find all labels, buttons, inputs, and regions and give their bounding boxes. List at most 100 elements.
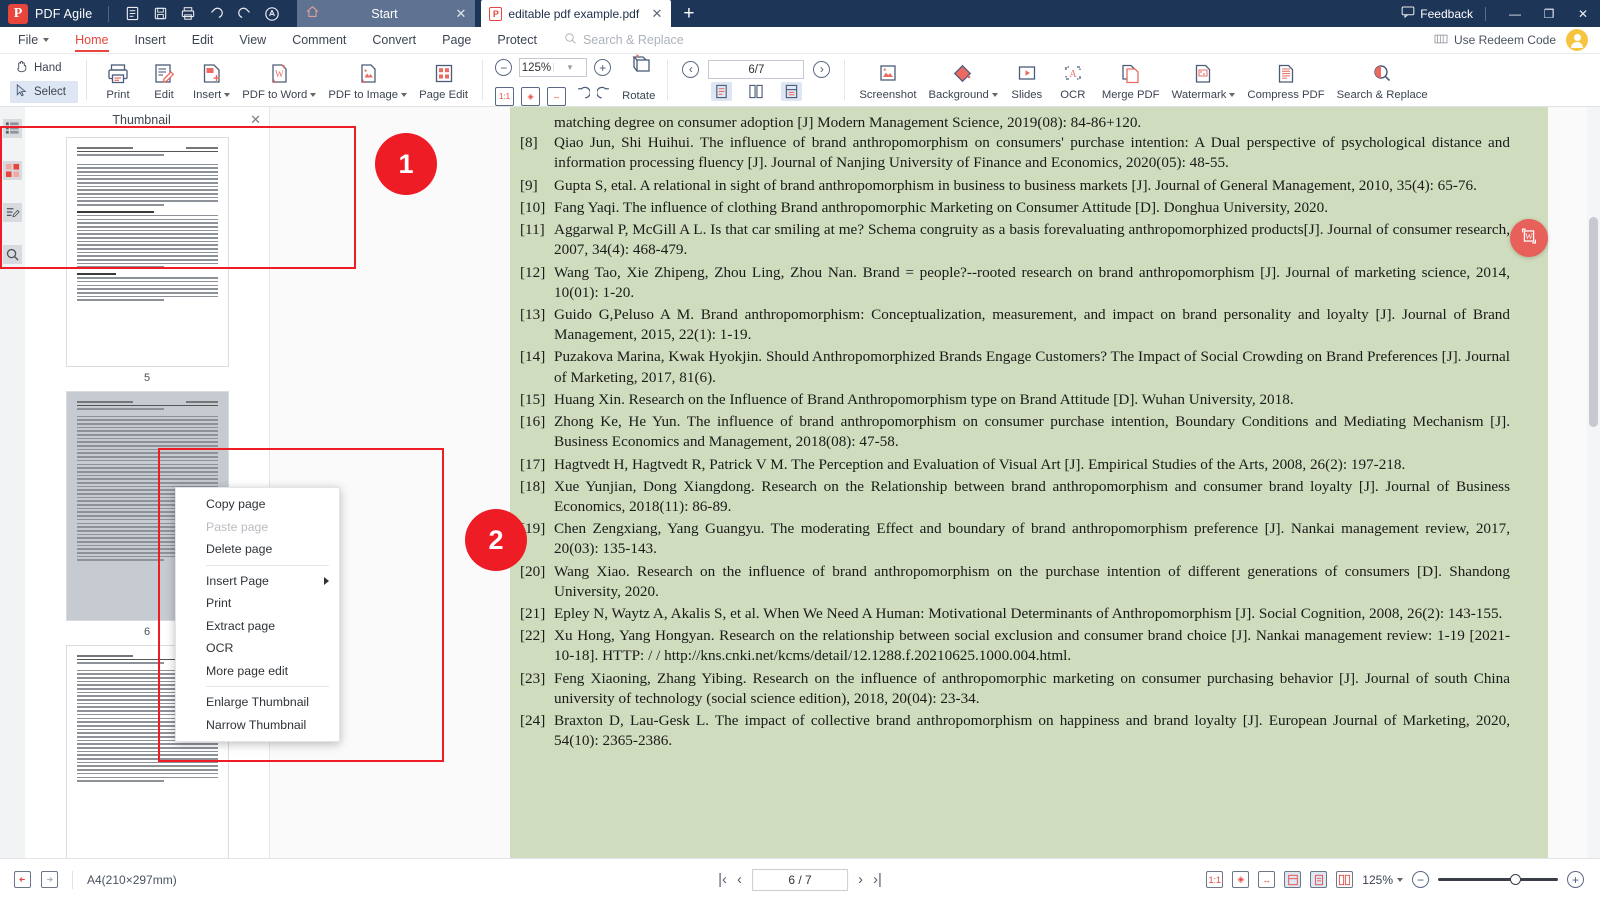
avatar[interactable]	[1566, 29, 1588, 51]
pdf-page-content[interactable]: matching degree on consumer adoption [J]…	[510, 107, 1548, 858]
tab-start-close-icon[interactable]: ✕	[455, 6, 466, 22]
context-menu-item-delete-page[interactable]: Delete page	[176, 538, 339, 561]
screenshot-button[interactable]: Screenshot	[853, 55, 922, 105]
next-page-button[interactable]: ›	[813, 60, 831, 78]
maximize-button[interactable]: ❐	[1532, 0, 1566, 27]
context-menu-item-enlarge-thumbnail[interactable]: Enlarge Thumbnail	[176, 691, 339, 714]
zoom-level-select[interactable]: 125% ▼	[519, 58, 588, 77]
rail-search-icon[interactable]	[0, 233, 25, 275]
menu-item-file[interactable]: File	[0, 27, 62, 54]
ocr-button[interactable]: A OCR	[1050, 55, 1096, 105]
select-tool-button[interactable]: Select	[10, 81, 78, 103]
merge-pdf-button[interactable]: Merge PDF	[1096, 55, 1166, 105]
zoom-in-button[interactable]: +	[594, 59, 612, 76]
pdf-to-image-button[interactable]: PDF to Image	[322, 55, 413, 105]
menu-item-insert[interactable]: Insert	[122, 27, 179, 54]
menu-item-protect[interactable]: Protect	[484, 27, 550, 54]
minimize-button[interactable]: —	[1498, 0, 1532, 27]
chevron-down-icon[interactable]	[1229, 92, 1236, 97]
context-menu-item-narrow-thumbnail[interactable]: Narrow Thumbnail	[176, 714, 339, 737]
pdf-to-word-float-button[interactable]: W	[1510, 219, 1548, 257]
feedback-button[interactable]: Feedback	[1401, 6, 1473, 21]
previous-page-button[interactable]: ‹	[682, 60, 700, 78]
menu-item-page[interactable]: Page	[429, 27, 484, 54]
search-replace-field[interactable]: Search & Replace	[564, 32, 684, 48]
slides-button[interactable]: Slides	[1004, 55, 1050, 105]
insert-button[interactable]: Insert	[187, 55, 236, 105]
tab-document-close-icon[interactable]: ✕	[651, 6, 662, 22]
hand-tool-button[interactable]: Hand	[10, 57, 78, 79]
continuous-scroll-icon[interactable]	[780, 81, 802, 101]
chevron-down-icon[interactable]: ▼	[552, 63, 587, 72]
context-menu-item-copy-page[interactable]: Copy page	[176, 493, 339, 516]
document-vertical-scrollbar[interactable]	[1587, 107, 1600, 858]
thumbnail-item[interactable]: 5	[25, 137, 269, 387]
page-edit-button[interactable]: Page Edit	[413, 55, 474, 105]
chevron-down-icon[interactable]	[401, 92, 408, 97]
menu-item-edit[interactable]: Edit	[179, 27, 227, 54]
thumbnail-page-preview[interactable]	[65, 137, 229, 367]
actual-size-icon[interactable]: 1:1	[1206, 871, 1224, 888]
rotate-right-icon[interactable]	[596, 85, 614, 107]
save-icon[interactable]	[147, 3, 173, 25]
edit-button[interactable]: Edit	[141, 55, 187, 105]
page-number-input[interactable]: 6/7	[708, 59, 805, 79]
fit-width-icon[interactable]: ↔	[547, 86, 567, 106]
next-page-icon[interactable]	[41, 871, 58, 888]
open-file-icon[interactable]	[119, 3, 145, 25]
context-menu-item-insert-page[interactable]: Insert Page	[176, 570, 339, 593]
single-page-icon[interactable]	[710, 81, 732, 101]
close-window-button[interactable]: ✕	[1566, 0, 1600, 27]
chevron-down-icon[interactable]	[991, 92, 998, 97]
use-redeem-code-button[interactable]: Use Redeem Code	[1434, 33, 1556, 48]
rotate-left-icon[interactable]	[573, 85, 591, 107]
context-menu-item-ocr[interactable]: OCR	[176, 637, 339, 660]
account-icon[interactable]	[259, 3, 285, 25]
fit-page-icon[interactable]: ◈	[1232, 871, 1250, 888]
menu-item-home[interactable]: Home	[62, 27, 121, 54]
rail-annotation-icon[interactable]	[0, 191, 25, 233]
prev-page-icon[interactable]	[14, 871, 31, 888]
actual-size-icon[interactable]: 1:1	[495, 86, 515, 106]
single-page-icon[interactable]	[1310, 871, 1328, 888]
undo-icon[interactable]	[203, 3, 229, 25]
redo-icon[interactable]	[231, 3, 257, 25]
fit-page-icon[interactable]: ◈	[521, 86, 541, 106]
zoom-out-button[interactable]: −	[495, 59, 513, 76]
search-replace-button[interactable]: Search & Replace	[1331, 55, 1434, 105]
menu-item-comment[interactable]: Comment	[279, 27, 359, 54]
context-menu-item-extract-page[interactable]: Extract page	[176, 615, 339, 638]
zoom-level-dropdown[interactable]: 125%	[1362, 873, 1403, 887]
rotate-icon[interactable]	[629, 53, 655, 82]
scrollbar-thumb[interactable]	[1589, 217, 1598, 427]
print-button[interactable]: Print	[95, 55, 141, 105]
zoom-out-button[interactable]: −	[1412, 871, 1429, 888]
new-tab-button[interactable]: +	[683, 4, 694, 23]
continuous-icon[interactable]	[1284, 871, 1302, 888]
context-menu-item-more-page-edit[interactable]: More page edit	[176, 660, 339, 683]
rail-bookmark-grid-icon[interactable]	[0, 149, 25, 191]
page-number-input[interactable]: 6 / 7	[752, 868, 848, 891]
next-page-button[interactable]: ›	[858, 871, 863, 888]
zoom-slider-knob[interactable]	[1510, 874, 1521, 885]
tab-start[interactable]: Start ✕	[297, 0, 476, 27]
background-button[interactable]: Background	[923, 55, 1004, 105]
chevron-down-icon[interactable]	[310, 92, 317, 97]
chevron-down-icon[interactable]	[224, 92, 231, 97]
page-context-menu[interactable]: Copy page Paste page Delete page Insert …	[175, 487, 340, 742]
tab-document[interactable]: P editable pdf example.pdf ✕	[481, 0, 672, 27]
close-icon[interactable]: ✕	[250, 112, 261, 128]
compress-pdf-button[interactable]: Compress PDF	[1241, 55, 1330, 105]
menu-item-convert[interactable]: Convert	[359, 27, 429, 54]
context-menu-item-print[interactable]: Print	[176, 592, 339, 615]
zoom-in-button[interactable]: +	[1567, 871, 1584, 888]
fit-width-icon[interactable]: ↔	[1258, 871, 1276, 888]
two-page-icon[interactable]	[746, 82, 767, 101]
rail-thumbnail-list-icon[interactable]	[0, 107, 25, 149]
first-page-button[interactable]: |‹	[718, 871, 727, 888]
two-page-icon[interactable]	[1336, 871, 1354, 888]
document-viewer[interactable]: matching degree on consumer adoption [J]…	[270, 107, 1600, 858]
watermark-button[interactable]: Watermark	[1166, 55, 1242, 105]
zoom-slider[interactable]	[1438, 874, 1558, 885]
last-page-button[interactable]: ›|	[873, 871, 882, 888]
